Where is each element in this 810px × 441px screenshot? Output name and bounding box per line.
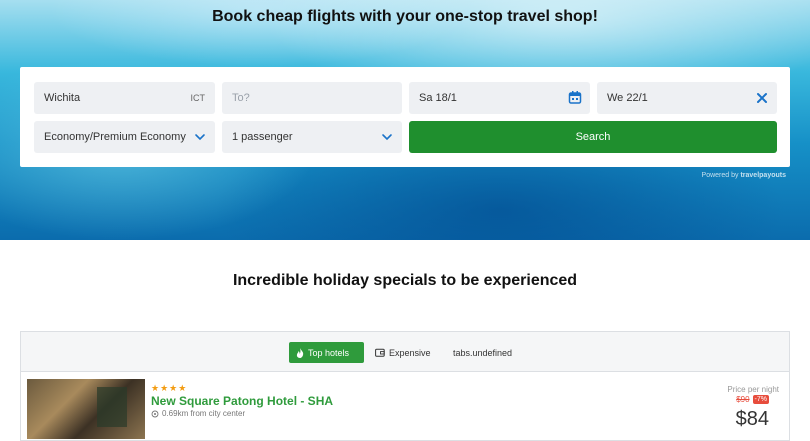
location-target-icon (151, 410, 159, 417)
flame-icon (296, 347, 304, 358)
clear-return-date-icon[interactable] (755, 90, 769, 106)
cabin-class-select[interactable]: Economy/Premium Economy (34, 121, 215, 153)
hotel-price: $84 (735, 408, 769, 430)
powered-by[interactable]: Powered by travelpayouts (702, 172, 786, 179)
return-date-field[interactable]: We 22/1 (597, 82, 777, 114)
powered-by-prefix: Powered by (701, 172, 739, 179)
hotel-tabs: Top hotels Expensive tabs.undefined (21, 332, 789, 372)
origin-field[interactable]: Wichita ICT (34, 82, 215, 114)
chevron-down-icon (195, 134, 205, 141)
depart-date-value: Sa 18/1 (419, 92, 457, 104)
hero-title: Book cheap flights with your one-stop tr… (212, 8, 598, 25)
destination-placeholder: To? (232, 92, 250, 104)
wallet-icon (375, 348, 385, 357)
chevron-down-icon (382, 134, 392, 141)
tab-expensive[interactable]: Expensive (368, 342, 438, 363)
origin-code: ICT (190, 93, 206, 103)
passengers-select[interactable]: 1 passenger (222, 121, 402, 153)
hotel-photo[interactable] (27, 379, 145, 439)
search-button[interactable]: Search (409, 121, 777, 153)
tab-undefined-label: tabs.undefined (453, 347, 513, 358)
cabin-class-value: Economy/Premium Economy (44, 131, 186, 143)
tab-top-hotels[interactable]: Top hotels (289, 342, 364, 363)
tab-top-hotels-label: Top hotels (308, 347, 350, 358)
passengers-value: 1 passenger (232, 131, 293, 143)
hotel-stars: ★★★★ (151, 383, 188, 393)
origin-value: Wichita (44, 92, 81, 104)
hotel-distance: 0.69km from city center (151, 409, 245, 418)
discount-badge: -7% (752, 395, 769, 404)
price-per-night-label: Price per night (727, 385, 779, 394)
hotel-name-link[interactable]: New Square Patong Hotel - SHA (151, 394, 333, 408)
return-date-value: We 22/1 (607, 92, 648, 104)
hotel-distance-text: 0.69km from city center (162, 409, 246, 418)
hero-banner: Book cheap flights with your one-stop tr… (0, 0, 810, 240)
tab-undefined[interactable]: tabs.undefined (446, 342, 519, 363)
calendar-icon[interactable] (568, 90, 582, 106)
powered-by-brand: travelpayouts (740, 172, 786, 179)
old-price: $90 (736, 395, 750, 404)
depart-date-field[interactable]: Sa 18/1 (409, 82, 590, 114)
flight-search-form: Wichita ICT To? Sa 18/1 We 22/1 Economy/… (20, 67, 790, 167)
hotels-widget: Top hotels Expensive tabs.undefined ★★★★… (20, 331, 790, 441)
old-price-row: $90 -7% (736, 395, 769, 404)
tab-expensive-label: Expensive (389, 347, 431, 358)
specials-heading: Incredible holiday specials to be experi… (232, 272, 578, 289)
destination-field[interactable]: To? (222, 82, 402, 114)
